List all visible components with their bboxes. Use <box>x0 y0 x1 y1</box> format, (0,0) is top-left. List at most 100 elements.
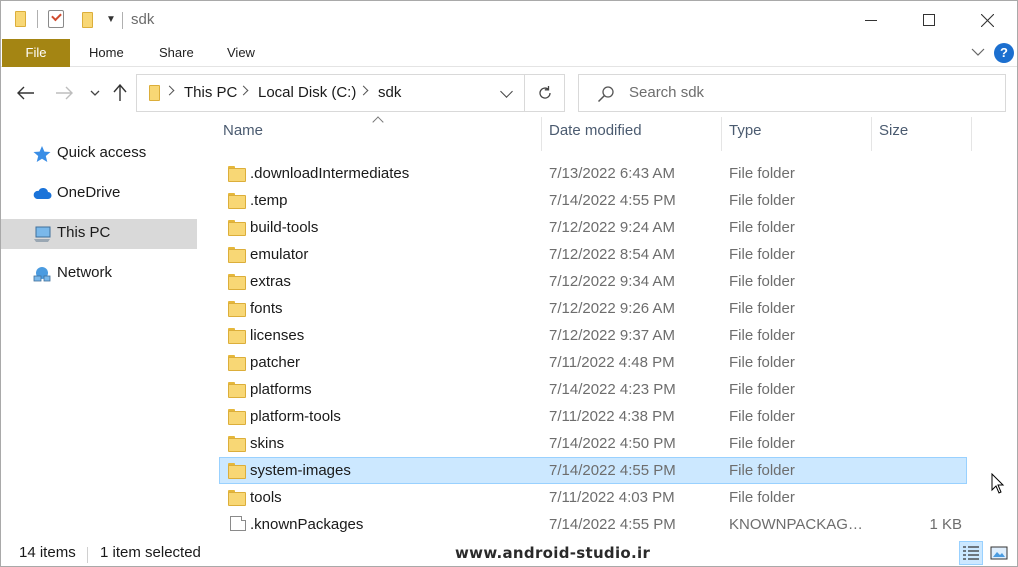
file-type: File folder <box>729 327 795 344</box>
sidebar-item-onedrive[interactable]: OneDrive <box>1 179 197 209</box>
tab-view[interactable]: View <box>227 39 255 67</box>
file-date: 7/14/2022 4:23 PM <box>549 381 676 398</box>
new-folder-icon[interactable] <box>78 12 94 28</box>
search-placeholder: Search sdk <box>629 84 705 101</box>
file-row[interactable]: licenses 7/12/2022 9:37 AM File folder <box>219 322 967 349</box>
sidebar-item-network[interactable]: Network <box>1 259 197 289</box>
folder-icon <box>228 382 246 398</box>
folder-icon <box>228 409 246 425</box>
folder-icon <box>228 490 246 506</box>
column-header-type[interactable]: Type <box>729 122 762 150</box>
close-button[interactable] <box>958 1 1016 39</box>
properties-icon[interactable] <box>48 10 64 28</box>
file-date: 7/12/2022 8:54 AM <box>549 246 675 263</box>
sidebar-item-label: Network <box>57 264 113 281</box>
cloud-icon <box>33 187 52 199</box>
window-title: sdk <box>131 11 155 28</box>
star-icon <box>33 146 51 162</box>
tab-home[interactable]: Home <box>89 39 124 67</box>
sort-ascending-icon <box>372 116 384 128</box>
large-icons-view-button[interactable] <box>987 541 1011 565</box>
file-date: 7/13/2022 6:43 AM <box>549 165 675 182</box>
forward-button[interactable] <box>53 81 75 105</box>
column-divider[interactable] <box>971 117 972 151</box>
file-date: 7/11/2022 4:48 PM <box>549 354 675 371</box>
sidebar-item-quick-access[interactable]: Quick access <box>1 139 197 169</box>
folder-icon <box>145 85 161 101</box>
file-row[interactable]: tools 7/11/2022 4:03 PM File folder <box>219 484 967 511</box>
column-header-size[interactable]: Size <box>879 122 908 150</box>
up-button[interactable] <box>110 81 130 105</box>
file-row[interactable]: build-tools 7/12/2022 9:24 AM File folder <box>219 214 967 241</box>
file-row[interactable]: patcher 7/11/2022 4:48 PM File folder <box>219 349 967 376</box>
file-type: File folder <box>729 381 795 398</box>
address-bar[interactable]: This PC Local Disk (C:) sdk <box>136 74 525 112</box>
help-button[interactable]: ? <box>994 43 1014 63</box>
file-name: platforms <box>250 381 312 398</box>
refresh-button[interactable] <box>525 74 565 112</box>
file-name: patcher <box>250 354 301 371</box>
folder-icon <box>228 166 246 182</box>
file-row[interactable]: skins 7/14/2022 4:50 PM File folder <box>219 430 967 457</box>
file-name: emulator <box>250 246 309 263</box>
file-date: 7/11/2022 4:03 PM <box>549 489 675 506</box>
file-row[interactable]: fonts 7/12/2022 9:26 AM File folder <box>219 295 967 322</box>
file-type: File folder <box>729 408 795 425</box>
folder-icon <box>228 274 246 290</box>
file-type: File folder <box>729 273 795 290</box>
back-button[interactable] <box>15 81 37 105</box>
file-name: .downloadIntermediates <box>250 165 410 182</box>
file-row[interactable]: system-images 7/14/2022 4:55 PM File folde… <box>219 457 967 484</box>
file-name: fonts <box>250 300 283 317</box>
file-type: File folder <box>729 354 795 371</box>
folder-icon <box>228 328 246 344</box>
network-icon <box>33 267 51 282</box>
breadcrumb-sdk[interactable]: sdk <box>378 84 401 101</box>
folder-icon <box>228 193 246 209</box>
folder-icon <box>228 301 246 317</box>
close-icon <box>980 13 994 27</box>
column-divider[interactable] <box>721 117 722 151</box>
column-header-name[interactable]: Name <box>223 122 263 150</box>
file-date: 7/12/2022 9:34 AM <box>549 273 675 290</box>
breadcrumb-local-disk[interactable]: Local Disk (C:) <box>258 84 356 101</box>
file-name: .temp <box>250 192 288 209</box>
search-box[interactable]: Search sdk <box>578 74 1006 112</box>
file-row[interactable]: emulator 7/12/2022 8:54 AM File folder <box>219 241 967 268</box>
file-row[interactable]: platform-tools 7/11/2022 4:38 PM File fold… <box>219 403 967 430</box>
search-icon <box>597 86 614 103</box>
maximize-button[interactable] <box>900 1 958 39</box>
recent-locations-button[interactable] <box>87 81 103 105</box>
details-view-button[interactable] <box>959 541 983 565</box>
file-date: 7/11/2022 4:38 PM <box>549 408 675 425</box>
file-name: skins <box>250 435 285 452</box>
sidebar-item-label: Quick access <box>57 144 147 161</box>
file-row[interactable]: platforms 7/14/2022 4:23 PM File folder <box>219 376 967 403</box>
column-header-date[interactable]: Date modified <box>549 122 642 150</box>
file-name: platform-tools <box>250 408 341 425</box>
large-icons-view-icon <box>990 546 1008 560</box>
sidebar-item-this-pc[interactable]: This PC <box>1 219 197 249</box>
file-date: 7/12/2022 9:26 AM <box>549 300 675 317</box>
expand-ribbon-icon[interactable] <box>971 45 985 59</box>
address-history-icon[interactable] <box>500 85 513 98</box>
refresh-icon <box>538 86 551 99</box>
breadcrumb-this-pc[interactable]: This PC <box>184 84 237 101</box>
tab-share[interactable]: Share <box>159 39 194 67</box>
file-icon <box>230 516 246 531</box>
file-row[interactable]: extras 7/12/2022 9:34 AM File folder <box>219 268 967 295</box>
file-row[interactable]: .downloadIntermediates 7/13/2022 6:43 AM F… <box>219 160 967 187</box>
tab-file[interactable]: File <box>2 39 70 67</box>
folder-icon <box>228 463 246 479</box>
mouse-pointer-icon <box>991 473 1005 494</box>
folder-icon <box>228 355 246 371</box>
ribbon-tabs: File Home Share View ? <box>1 39 1017 67</box>
customize-toolbar-icon[interactable]: ▼ <box>106 14 116 25</box>
folder-icon <box>228 436 246 452</box>
file-row[interactable]: .knownPackages 7/14/2022 4:55 PM KNOWNPACK… <box>219 511 967 538</box>
file-row[interactable]: .temp 7/14/2022 4:55 PM File folder <box>219 187 967 214</box>
minimize-button[interactable] <box>842 1 900 39</box>
column-divider[interactable] <box>871 117 872 151</box>
title-bar: ▼ sdk <box>1 1 1017 39</box>
column-divider[interactable] <box>541 117 542 151</box>
